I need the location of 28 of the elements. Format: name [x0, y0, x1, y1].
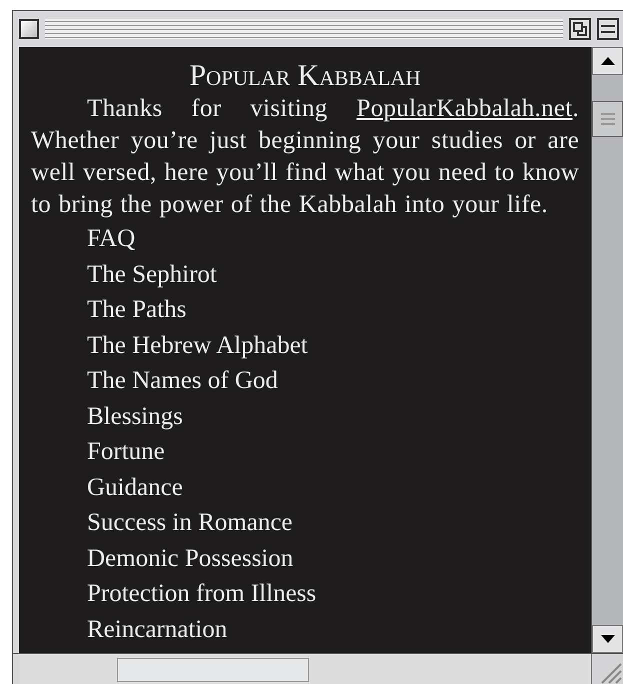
menu-link[interactable]: Guidance — [87, 472, 183, 502]
menu-link[interactable]: Fortune — [87, 437, 165, 467]
site-title: Popular Kabbalah — [189, 59, 421, 93]
scroll-thumb[interactable] — [592, 101, 623, 137]
zoom-box-icon[interactable] — [569, 18, 591, 40]
horizontal-scrollbar[interactable] — [19, 654, 591, 684]
close-box[interactable] — [19, 19, 39, 39]
scroll-thumb[interactable] — [117, 658, 309, 682]
collapse-box-icon[interactable] — [597, 18, 619, 40]
menu-link[interactable]: The Sephirot — [87, 260, 217, 290]
scroll-up-button[interactable] — [592, 47, 623, 75]
grip-icon — [600, 113, 615, 125]
menu-link[interactable]: The Hebrew Alphabet — [87, 330, 308, 360]
resize-grip-icon[interactable] — [591, 654, 623, 684]
intro-paragraph: Thanks for visiting PopularKabbalah.net. Whether you’re just beginning your studies or are well versed, here you’ll find what you need to know to bring the power of the Kabbalah into your life. — [31, 94, 580, 220]
up-arrow-icon — [600, 57, 615, 65]
scroll-down-button[interactable] — [592, 625, 623, 653]
title-bar[interactable] — [45, 19, 563, 39]
menu-link[interactable]: Blessings — [87, 402, 183, 432]
menu-link[interactable]: Reincarnation — [87, 614, 228, 644]
menu-link[interactable]: Protection from Illness — [87, 579, 316, 609]
menu-link[interactable]: FAQ — [87, 224, 136, 254]
menu-link[interactable]: The Names of God — [87, 366, 278, 396]
down-arrow-icon — [600, 635, 615, 643]
menu-link[interactable]: Success in Romance — [87, 508, 293, 538]
site-link[interactable]: PopularKabbalah.net — [356, 95, 573, 122]
menu-link[interactable]: The Paths — [87, 295, 186, 325]
menu-link[interactable]: Demonic Possession — [87, 544, 294, 574]
